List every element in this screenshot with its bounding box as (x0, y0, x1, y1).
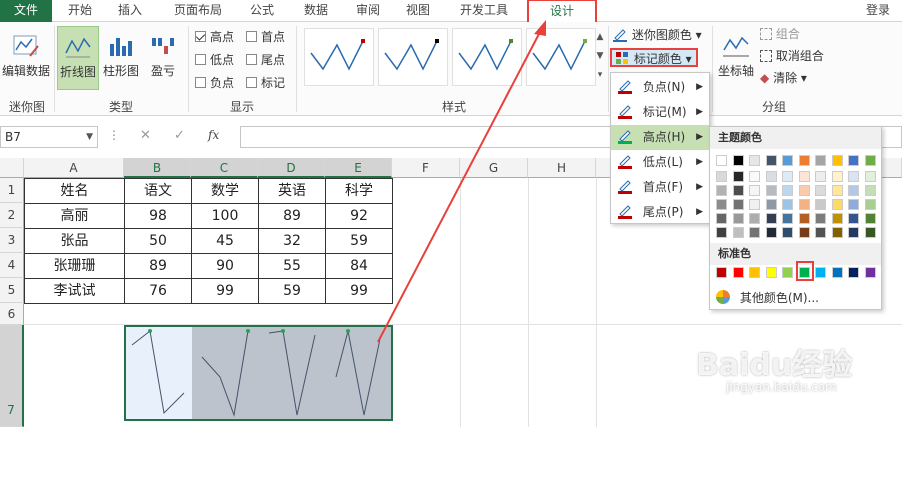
watermark-brand: Baidu经验 (696, 348, 853, 383)
watermark-url: jingyan.baidu.com (726, 380, 837, 394)
